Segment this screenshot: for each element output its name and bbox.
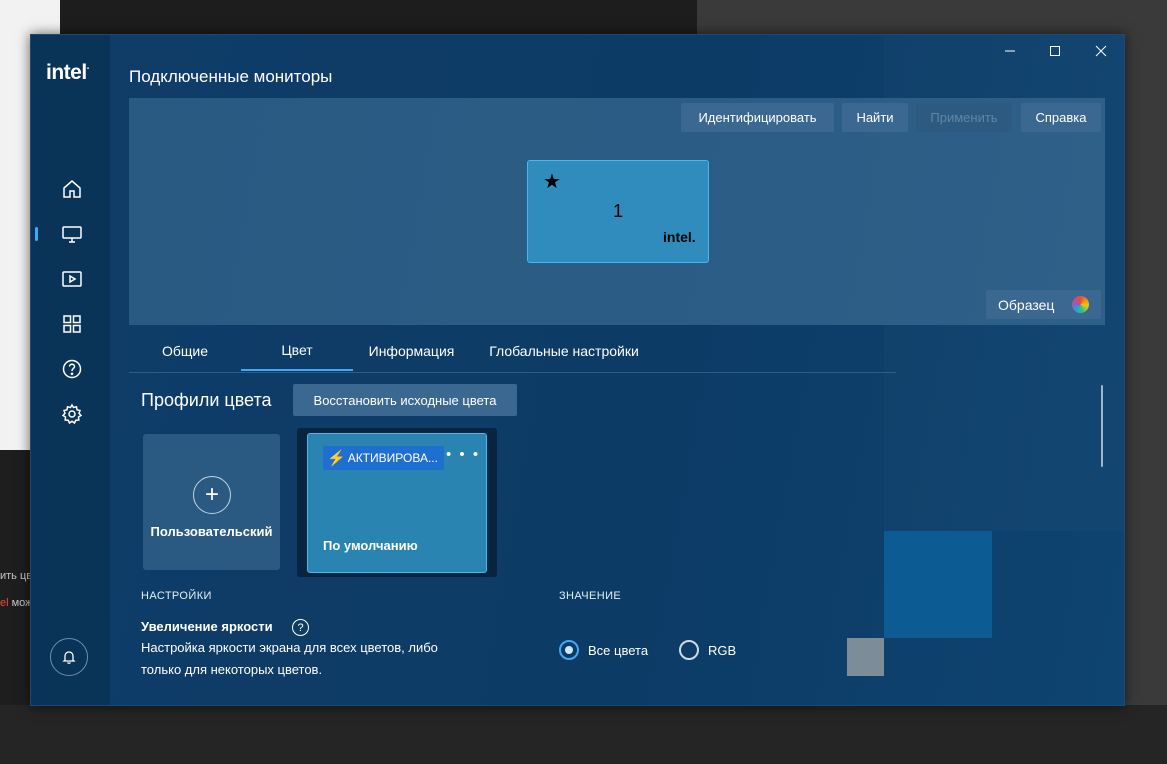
- settings-column-header: НАСТРОЙКИ: [141, 590, 212, 602]
- page-title: Подключенные мониторы: [129, 67, 333, 86]
- custom-profile-card[interactable]: + Пользовательский: [143, 434, 280, 570]
- minimize-icon: [1005, 50, 1015, 52]
- close-icon: [1095, 45, 1107, 57]
- identify-button[interactable]: Идентифицировать: [681, 103, 834, 132]
- sidebar-item-home[interactable]: [57, 174, 87, 204]
- color-wheel-icon: [1072, 296, 1089, 313]
- brightness-description: Настройка яркости экрана для всех цветов…: [141, 640, 438, 655]
- monitor-layout-panel: Идентифицировать Найти Применить Справка…: [129, 98, 1105, 325]
- brightness-description: только для некоторых цветов.: [141, 662, 323, 677]
- help-button[interactable]: Справка: [1021, 103, 1101, 132]
- radio-rgb[interactable]: RGB: [679, 640, 736, 660]
- gear-icon: [61, 403, 83, 425]
- tab-information[interactable]: Информация: [353, 331, 470, 371]
- radio-rgb-label: RGB: [708, 642, 737, 658]
- tab-general[interactable]: Общие: [129, 331, 241, 371]
- sidebar-item-help[interactable]: [57, 354, 87, 384]
- background-taskbar: [0, 705, 1167, 764]
- intel-graphics-window: intel. Подключенные мониторы Идентифицир…: [30, 34, 1125, 706]
- notifications-button[interactable]: [50, 638, 88, 676]
- sidebar-item-apps[interactable]: [57, 309, 87, 339]
- value-column-header: ЗНАЧЕНИЕ: [559, 590, 622, 602]
- active-badge-label: АКТИВИРОВА...: [347, 451, 438, 465]
- sidebar-item-display[interactable]: [57, 219, 87, 249]
- radio-selected-icon: [559, 640, 579, 660]
- active-badge: ⚡ АКТИВИРОВА...: [323, 446, 444, 470]
- help-icon: [62, 359, 82, 379]
- maximize-button[interactable]: [1038, 41, 1072, 61]
- tab-color[interactable]: Цвет: [241, 331, 353, 371]
- plus-icon: +: [193, 476, 231, 514]
- main-content: Подключенные мониторы Идентифицировать Н…: [110, 35, 1124, 705]
- scrollbar[interactable]: [1101, 385, 1103, 467]
- default-profile-label: По умолчанию: [323, 538, 418, 553]
- monitor-brand: intel.: [663, 229, 696, 245]
- more-options-icon[interactable]: • • •: [446, 446, 480, 463]
- sidebar: intel.: [31, 35, 110, 705]
- brightness-help-icon[interactable]: ?: [292, 619, 309, 636]
- bell-icon: [62, 651, 76, 664]
- maximize-icon: [1050, 46, 1060, 56]
- grid-icon: [63, 315, 81, 333]
- default-profile-card[interactable]: ⚡ АКТИВИРОВА... • • • По умолчанию: [307, 433, 487, 573]
- background-strip: [60, 0, 700, 36]
- home-icon: [63, 180, 81, 198]
- video-icon: [62, 271, 82, 287]
- custom-profile-label: Пользовательский: [150, 524, 273, 539]
- tab-bar: Общие Цвет Информация Глобальные настрой…: [129, 331, 896, 373]
- intel-logo: intel.: [46, 61, 90, 84]
- find-button[interactable]: Найти: [842, 103, 908, 132]
- restore-colors-button[interactable]: Восстановить исходные цвета: [293, 384, 517, 416]
- apply-button[interactable]: Применить: [916, 103, 1012, 132]
- active-nav-indicator: [35, 227, 38, 241]
- decorative-square: [884, 531, 992, 638]
- decorative-square: [847, 638, 884, 676]
- close-button[interactable]: [1084, 41, 1118, 61]
- monitor-1-tile[interactable]: ★ 1 intel.: [527, 160, 709, 263]
- sample-button[interactable]: Образец: [986, 290, 1101, 319]
- sidebar-item-settings[interactable]: [57, 399, 87, 429]
- minimize-button[interactable]: [993, 41, 1027, 61]
- lightning-icon: ⚡: [327, 450, 346, 467]
- primary-star-icon: ★: [543, 171, 561, 193]
- radio-unselected-icon: [679, 640, 699, 660]
- brightness-setting-title: Увеличение яркости: [141, 619, 273, 634]
- radio-all-colors[interactable]: Все цвета: [559, 640, 648, 660]
- sample-button-label: Образец: [998, 296, 1055, 313]
- sidebar-item-video[interactable]: [57, 264, 87, 294]
- tab-global-settings[interactable]: Глобальные настройки: [470, 331, 658, 371]
- background-text: el мож: [0, 597, 33, 609]
- color-profiles-title: Профили цвета: [141, 390, 272, 410]
- monitor-number: 1: [613, 201, 624, 221]
- background-text: ить цв: [0, 570, 33, 582]
- monitor-icon: [62, 226, 82, 243]
- radio-all-colors-label: Все цвета: [588, 642, 649, 658]
